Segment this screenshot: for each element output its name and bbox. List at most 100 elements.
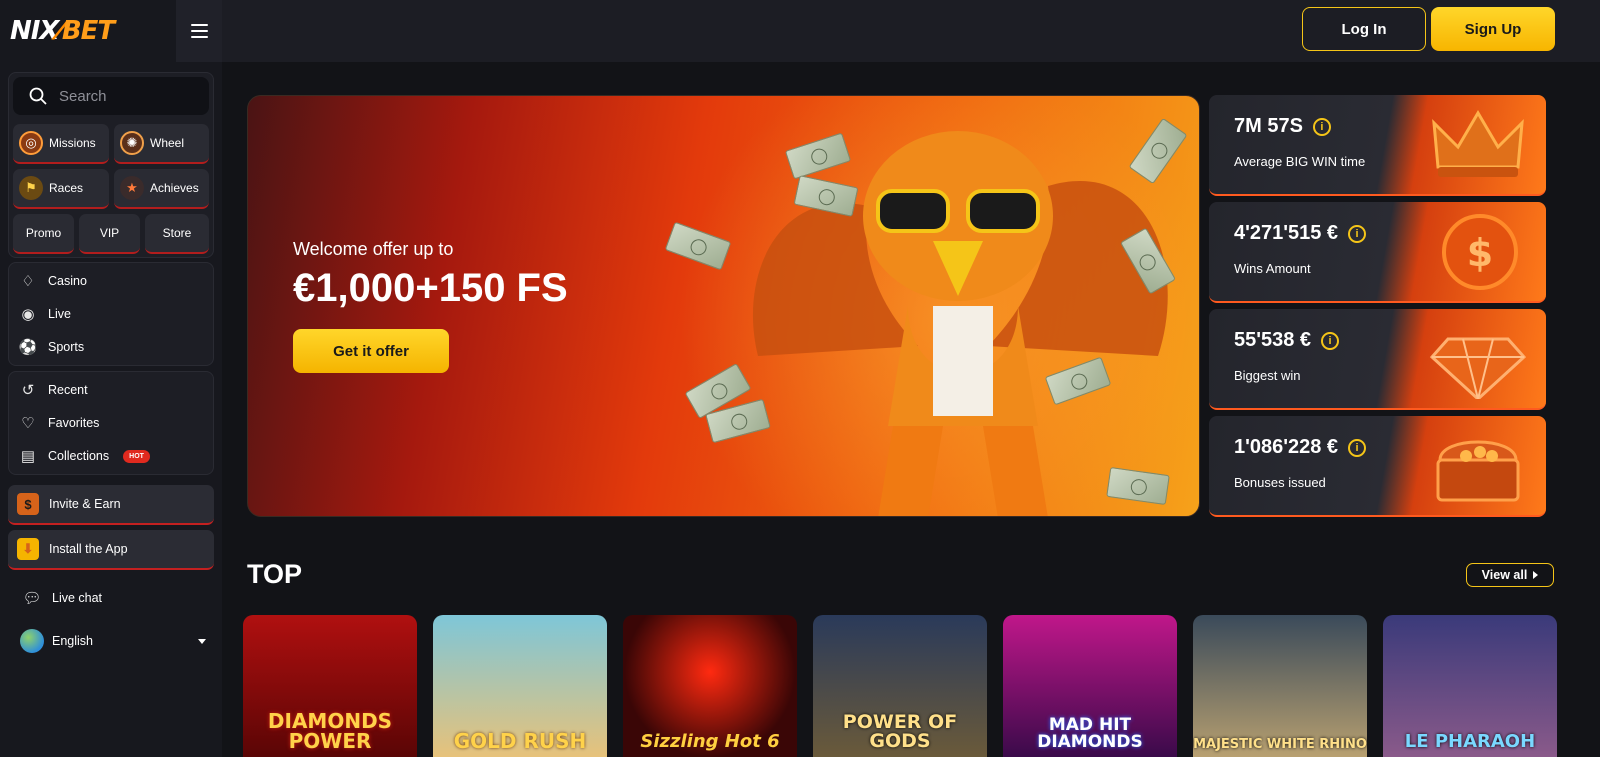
logo-nix: NIX xyxy=(10,16,59,46)
stat-value: 1'086'228 € xyxy=(1234,436,1339,458)
nav-collections[interactable]: ▤ Collections HOT xyxy=(18,444,150,468)
logo-area[interactable]: NIX⁄BET xyxy=(0,0,176,62)
game-tile[interactable]: DIAMONDS POWER xyxy=(243,615,417,757)
game-tile[interactable]: MAJESTIC WHITE RHINO xyxy=(1193,615,1367,757)
chip-label: Missions xyxy=(49,136,96,150)
stat-label: Bonuses issued xyxy=(1234,475,1326,490)
signup-button[interactable]: Sign Up xyxy=(1431,7,1555,51)
hero-title: €1,000+150 FS xyxy=(293,266,568,310)
nav-favorites[interactable]: ♡ Favorites xyxy=(18,411,99,435)
game-tile[interactable]: GOLD RUSH xyxy=(433,615,607,757)
crown-icon xyxy=(1428,105,1528,185)
stat-card: 7M 57S i Average BIG WIN time xyxy=(1209,95,1546,196)
hamburger-line xyxy=(190,24,208,26)
achieves-icon: ★ xyxy=(120,176,144,200)
chevron-right-icon xyxy=(1533,571,1539,579)
stat-label: Wins Amount xyxy=(1234,261,1311,276)
chevron-down-icon xyxy=(198,638,206,644)
info-icon[interactable]: i xyxy=(1348,438,1367,457)
nav-casino[interactable]: ♢ Casino xyxy=(18,269,87,293)
chip-store[interactable]: Store xyxy=(145,214,209,254)
chip-label: VIP xyxy=(99,226,120,240)
search-input[interactable]: Search xyxy=(13,77,209,115)
game-tile[interactable]: Sizzling Hot 6 xyxy=(623,615,797,757)
chip-label: Races xyxy=(49,181,84,195)
search-icon xyxy=(29,87,47,105)
nav-label: Sports xyxy=(48,340,85,354)
hamburger-line xyxy=(190,30,208,32)
chip-races[interactable]: ⚑ Races xyxy=(13,169,109,209)
chest-icon xyxy=(1428,426,1528,506)
nav-recent[interactable]: ↺ Recent xyxy=(18,378,88,402)
hamburger-line xyxy=(190,36,208,38)
nav-label: Recent xyxy=(48,383,88,397)
wheel-icon: ✺ xyxy=(120,131,144,155)
invite-earn-button[interactable]: $ Invite & Earn xyxy=(8,485,214,525)
game-title: GOLD RUSH xyxy=(453,729,587,753)
chip-missions[interactable]: ◎ Missions xyxy=(13,124,109,164)
game-tile[interactable]: POWER OF GODS xyxy=(813,615,987,757)
invite-icon: $ xyxy=(17,493,39,515)
get-offer-button[interactable]: Get it offer xyxy=(293,329,449,373)
live-chat-button[interactable]: 💬︎ Live chat xyxy=(22,586,102,610)
missions-icon: ◎ xyxy=(19,131,43,155)
game-tile[interactable]: LE PHARAOH xyxy=(1383,615,1557,757)
info-icon[interactable]: i xyxy=(1312,117,1331,136)
nav-label: Live xyxy=(48,307,71,321)
stat-value-row: 4'271'515 € i xyxy=(1234,222,1367,245)
language-label: English xyxy=(52,634,93,648)
top-bar: NIX⁄BET Log In Sign Up xyxy=(0,0,1600,62)
hot-badge: HOT xyxy=(123,449,150,463)
chip-wheel[interactable]: ✺ Wheel xyxy=(114,124,209,164)
chip-achieves[interactable]: ★ Achieves xyxy=(114,169,209,209)
stat-value-row: 55'538 € i xyxy=(1234,329,1340,352)
hero-banner[interactable]: Welcome offer up to €1,000+150 FS Get it… xyxy=(247,95,1200,517)
game-title: DIAMONDS POWER xyxy=(267,709,393,753)
section-title-top: TOP xyxy=(247,559,303,589)
menu-toggle-button[interactable] xyxy=(176,0,222,62)
language-selector[interactable]: English xyxy=(20,628,206,654)
stat-card: 1'086'228 € i Bonuses issued xyxy=(1209,416,1546,517)
install-app-button[interactable]: ⬇ Install the App xyxy=(8,530,214,570)
nav-label: Casino xyxy=(48,274,87,288)
game-title: MAJESTIC WHITE RHINO xyxy=(1193,737,1367,752)
game-title: MAD HIT DIAMONDS xyxy=(1037,715,1143,752)
stat-value-row: 7M 57S i xyxy=(1234,115,1331,138)
stat-value: 4'271'515 € xyxy=(1234,222,1339,244)
game-title: LE PHARAOH xyxy=(1404,731,1536,752)
stat-card: 4'271'515 € i Wins Amount $ xyxy=(1209,202,1546,303)
game-title: Sizzling Hot 6 xyxy=(640,731,780,752)
races-icon: ⚑ xyxy=(19,176,43,200)
live-chat-label: Live chat xyxy=(52,591,103,605)
chip-label: Promo xyxy=(25,226,62,240)
invite-label: Invite & Earn xyxy=(49,497,121,511)
game-tile[interactable]: MAD HIT DIAMONDS xyxy=(1003,615,1177,757)
nav-sports[interactable]: ⚽ Sports xyxy=(18,335,84,359)
hero-subtitle: Welcome offer up to xyxy=(293,239,454,259)
svg-text:$: $ xyxy=(1467,231,1493,275)
chip-label: Achieves xyxy=(150,181,199,195)
live-icon: ◉ xyxy=(21,306,35,323)
chip-promo[interactable]: Promo xyxy=(13,214,74,254)
install-label: Install the App xyxy=(49,542,128,556)
chip-vip[interactable]: VIP xyxy=(79,214,140,254)
casino-icon: ♢ xyxy=(21,273,35,290)
info-icon[interactable]: i xyxy=(1348,224,1367,243)
diamond-icon xyxy=(1428,319,1528,399)
chip-label: Wheel xyxy=(150,136,185,150)
view-all-label: View all xyxy=(1481,568,1528,582)
stat-label: Biggest win xyxy=(1234,368,1301,383)
stat-value: 7M 57S xyxy=(1234,115,1303,137)
login-button[interactable]: Log In xyxy=(1302,7,1426,51)
search-placeholder: Search xyxy=(59,87,107,105)
book-icon: ▤ xyxy=(20,448,36,465)
logo-bet: BET xyxy=(61,16,115,46)
game-title: POWER OF GODS xyxy=(842,711,958,752)
stat-label: Average BIG WIN time xyxy=(1234,154,1366,169)
nav-live[interactable]: ◉ Live xyxy=(18,302,71,326)
stat-card: 55'538 € i Biggest win xyxy=(1209,309,1546,410)
logo[interactable]: NIX⁄BET xyxy=(10,16,115,46)
view-all-button[interactable]: View all xyxy=(1466,563,1554,587)
globe-icon xyxy=(20,629,44,653)
info-icon[interactable]: i xyxy=(1321,331,1340,350)
